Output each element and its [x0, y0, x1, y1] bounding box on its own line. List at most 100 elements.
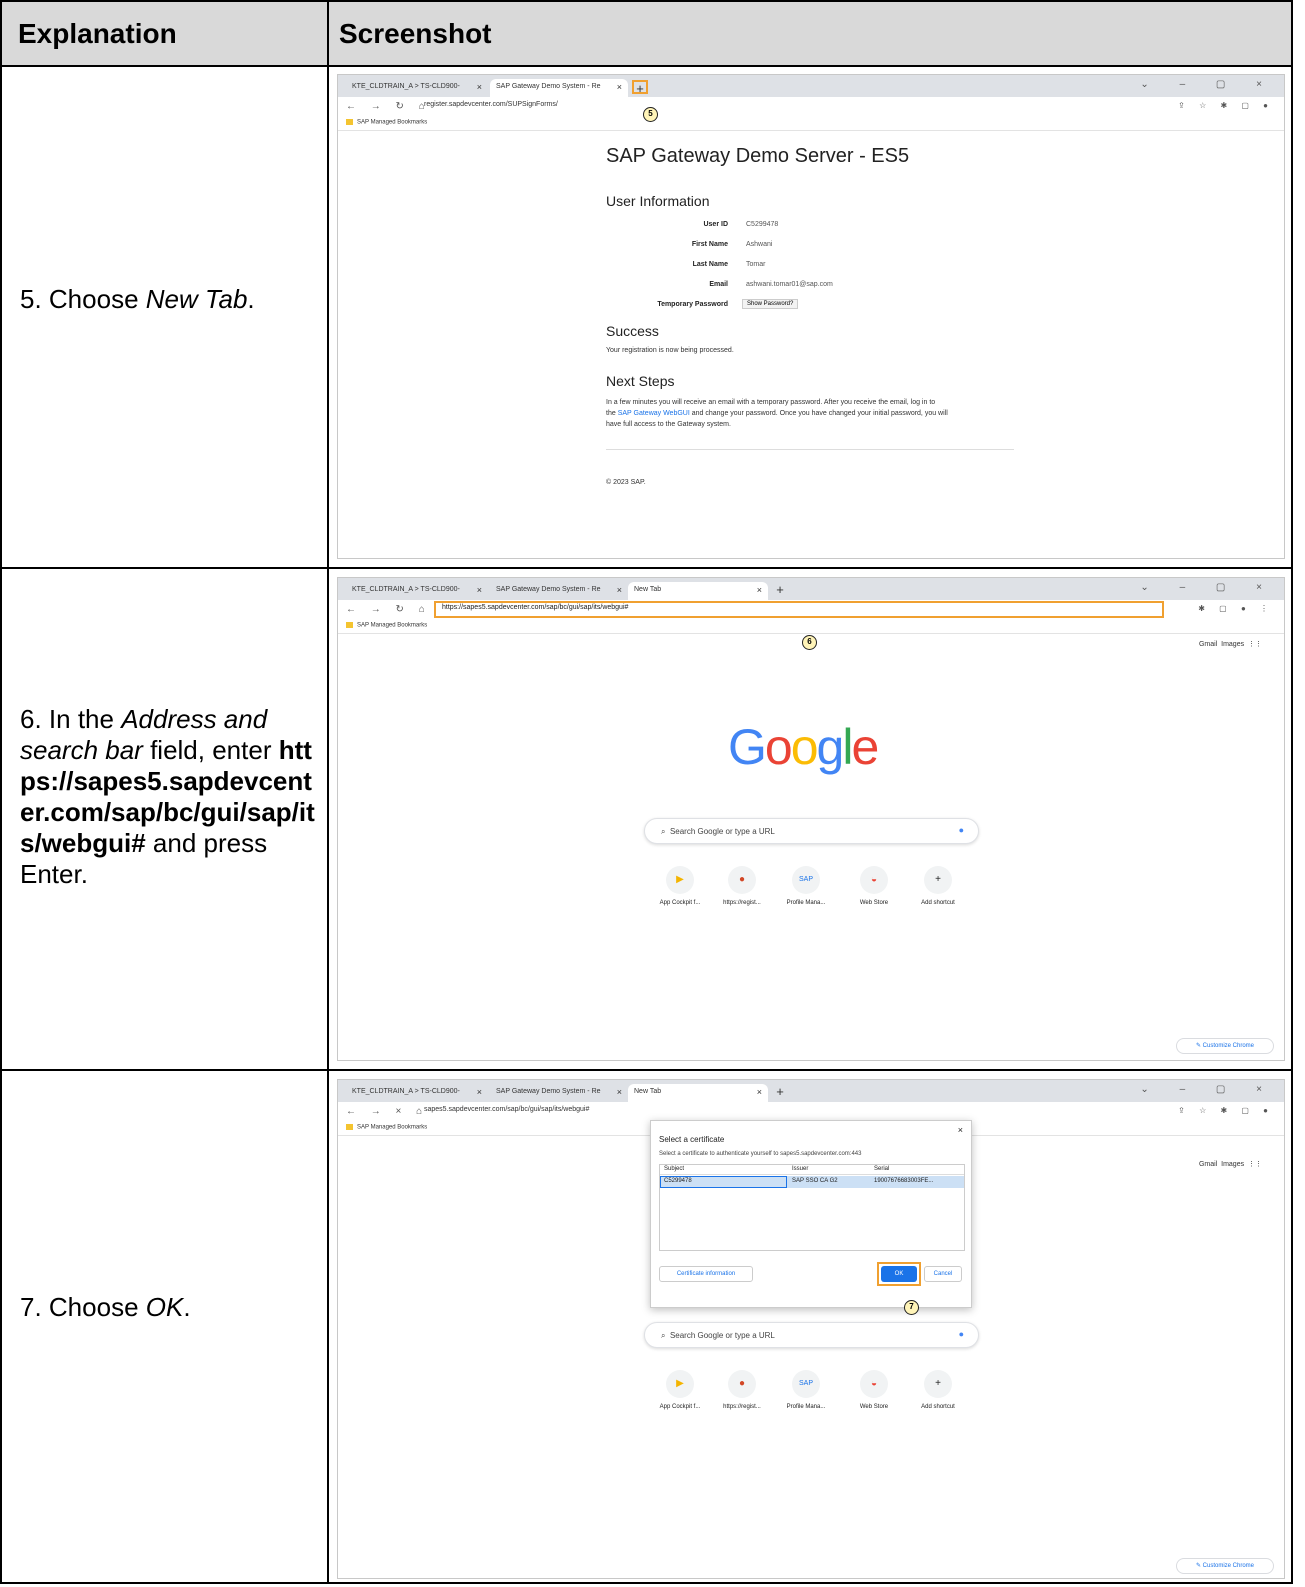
- close-icon[interactable]: ×: [477, 1087, 482, 1097]
- page-title: SAP Gateway Demo Server - ES5: [606, 145, 910, 167]
- images-link[interactable]: Images: [1221, 1161, 1244, 1168]
- shortcut-label: https://regist...: [723, 1404, 761, 1410]
- toolbar-icons[interactable]: ⇪ ☆ ✱ ▢ ●: [1178, 1106, 1274, 1115]
- browser-tab-1[interactable]: KTE_CLDTRAIN_A > TS-CLD900- ×: [346, 1084, 488, 1102]
- cancel-button[interactable]: Cancel: [924, 1266, 962, 1282]
- field-label: Last Name: [692, 261, 728, 268]
- close-icon[interactable]: ×: [757, 1087, 762, 1097]
- shortcut-tile[interactable]: ◒ Web Store: [842, 866, 906, 906]
- callout-badge: 6: [802, 635, 817, 650]
- google-search-box[interactable]: ⌕ Search Google or type a URL ●: [644, 818, 979, 844]
- shortcut-tile[interactable]: ● https://regist...: [710, 1370, 774, 1410]
- nav-buttons[interactable]: ← → ↻ ⌂: [346, 101, 431, 112]
- new-tab-button[interactable]: +: [632, 80, 648, 95]
- apps-grid-icon[interactable]: ⋮⋮: [1248, 1161, 1262, 1168]
- shortcut-tile[interactable]: ▶ App Cockpit f...: [648, 1370, 712, 1410]
- bookmarks-label[interactable]: SAP Managed Bookmarks: [357, 120, 427, 126]
- nav-buttons[interactable]: ← → ↻ ⌂: [346, 604, 431, 615]
- close-icon[interactable]: ×: [617, 1087, 622, 1097]
- browser-tab-1[interactable]: KTE_CLDTRAIN_A > TS-CLD900- ×: [346, 79, 488, 97]
- window-controls[interactable]: ⌄ – ▢ ×: [1140, 1084, 1276, 1095]
- tab2-label: SAP Gateway Demo System - Re: [496, 83, 601, 90]
- column-divider: [327, 2, 329, 1582]
- customize-chrome-button[interactable]: ✎ Customize Chrome: [1176, 1038, 1274, 1054]
- dialog-title: Select a certificate: [659, 1135, 725, 1144]
- url-field[interactable]: https://sapes5.sapdevcenter.com/sap/bc/g…: [442, 604, 628, 611]
- certificate-dialog: Select a certificate Select a certificat…: [650, 1120, 972, 1308]
- shortcut-tile[interactable]: ▶ App Cockpit f...: [648, 866, 712, 906]
- step7-screenshot: KTE_CLDTRAIN_A > TS-CLD900- × SAP Gateway…: [337, 1079, 1285, 1579]
- browser-tab-1[interactable]: KTE_CLDTRAIN_A > TS-CLD900- ×: [346, 582, 488, 600]
- shortcut-tile[interactable]: + Add shortcut: [906, 866, 970, 906]
- close-icon[interactable]: ×: [617, 82, 622, 92]
- nav-buttons[interactable]: ← → × ⌂: [346, 1106, 428, 1117]
- browser-tab-3[interactable]: New Tab ×: [628, 582, 768, 600]
- browser-tab-2[interactable]: SAP Gateway Demo System - Re ×: [490, 582, 628, 600]
- browser-tab-2[interactable]: SAP Gateway Demo System - Re ×: [490, 79, 628, 97]
- field-value: Tomar: [746, 261, 766, 268]
- gmail-link[interactable]: Gmail: [1199, 1161, 1217, 1168]
- new-tab-button[interactable]: +: [772, 583, 788, 597]
- webgui-link[interactable]: SAP Gateway WebGUI: [618, 410, 690, 417]
- divider: [606, 449, 1014, 450]
- gmail-link[interactable]: Gmail: [1199, 641, 1217, 648]
- new-tab-button[interactable]: +: [772, 1085, 788, 1099]
- browser-tab-3[interactable]: New Tab ×: [628, 1084, 768, 1102]
- bookmarks-label[interactable]: SAP Managed Bookmarks: [357, 623, 427, 629]
- tab3-label: New Tab: [634, 1088, 662, 1095]
- shortcut-label: App Cockpit f...: [659, 1404, 701, 1410]
- field-value: C5299478: [746, 221, 779, 228]
- show-password-button[interactable]: Show Password?: [742, 299, 799, 309]
- step7-suffix: .: [183, 1292, 191, 1322]
- text-line: In a few minutes you will receive an ema…: [606, 399, 936, 406]
- close-icon[interactable]: ×: [477, 82, 482, 92]
- toolbar-icons[interactable]: ✱ ▢ ● ⋮: [1198, 604, 1274, 613]
- shortcut-tile[interactable]: ◒ Web Store: [842, 1370, 906, 1410]
- browser-tab-2[interactable]: SAP Gateway Demo System - Re ×: [490, 1084, 628, 1102]
- shortcut-label: Add shortcut: [921, 900, 955, 906]
- s-icon: ●: [728, 866, 756, 894]
- close-icon[interactable]: ×: [477, 585, 482, 595]
- field-value: ashwani.tomar01@sap.com: [746, 281, 833, 288]
- search-placeholder: Search Google or type a URL: [669, 827, 775, 836]
- field-label: User ID: [703, 221, 728, 228]
- ok-button[interactable]: OK: [881, 1266, 917, 1282]
- sap-icon: SAP: [792, 1370, 820, 1398]
- certificate-row[interactable]: C5299478 SAP SSO CA G2 19007676683003FE.…: [660, 1176, 964, 1188]
- step6-text: 6. In the: [20, 704, 122, 734]
- search-icon: ⌕: [661, 1331, 666, 1340]
- folder-icon: [346, 622, 353, 628]
- toolbar-icons[interactable]: ⇪ ☆ ✱ ▢ ●: [1178, 101, 1274, 110]
- window-controls[interactable]: ⌄ – ▢ ×: [1140, 582, 1276, 593]
- shortcut-label: https://regist...: [723, 900, 761, 906]
- mic-icon[interactable]: ●: [959, 825, 964, 835]
- shortcut-tile[interactable]: SAP Profile Mana...: [774, 1370, 838, 1410]
- shortcut-tile[interactable]: ● https://regist...: [710, 866, 774, 906]
- callout-badge: 5: [643, 107, 658, 122]
- images-link[interactable]: Images: [1221, 641, 1244, 648]
- google-top-links: Gmail Images ⋮⋮: [1199, 1160, 1262, 1168]
- col-subject: Subject: [664, 1166, 685, 1172]
- window-controls[interactable]: ⌄ – ▢ ×: [1140, 79, 1276, 90]
- shortcut-label: Web Store: [859, 900, 889, 906]
- step6-screenshot: KTE_CLDTRAIN_A > TS-CLD900- × SAP Gateway…: [337, 577, 1285, 1061]
- customize-chrome-button[interactable]: ✎ Customize Chrome: [1176, 1558, 1274, 1574]
- close-icon[interactable]: ×: [757, 585, 762, 595]
- url-field[interactable]: register.sapdevcenter.com/SUPSignForms/: [424, 101, 558, 108]
- col-serial: Serial: [874, 1166, 890, 1172]
- close-icon[interactable]: ×: [617, 585, 622, 595]
- shortcut-label: Web Store: [859, 1404, 889, 1410]
- close-icon[interactable]: ×: [958, 1125, 963, 1135]
- tab-bar: KTE_CLDTRAIN_A > TS-CLD900- × SAP Gateway…: [338, 75, 1284, 97]
- text-part: the: [606, 410, 618, 417]
- mic-icon[interactable]: ●: [959, 1329, 964, 1339]
- shortcut-tile[interactable]: SAP Profile Mana...: [774, 866, 838, 906]
- step5-text: 5. Choose: [20, 284, 146, 314]
- certificate-information-button[interactable]: Certificate information: [659, 1266, 753, 1282]
- apps-grid-icon[interactable]: ⋮⋮: [1248, 641, 1262, 648]
- web-store-icon: ◒: [860, 1370, 888, 1398]
- url-field[interactable]: sapes5.sapdevcenter.com/sap/bc/gui/sap/i…: [424, 1106, 589, 1113]
- bookmarks-label[interactable]: SAP Managed Bookmarks: [357, 1125, 427, 1131]
- google-search-box[interactable]: ⌕ Search Google or type a URL ●: [644, 1322, 979, 1348]
- shortcut-tile[interactable]: + Add shortcut: [906, 1370, 970, 1410]
